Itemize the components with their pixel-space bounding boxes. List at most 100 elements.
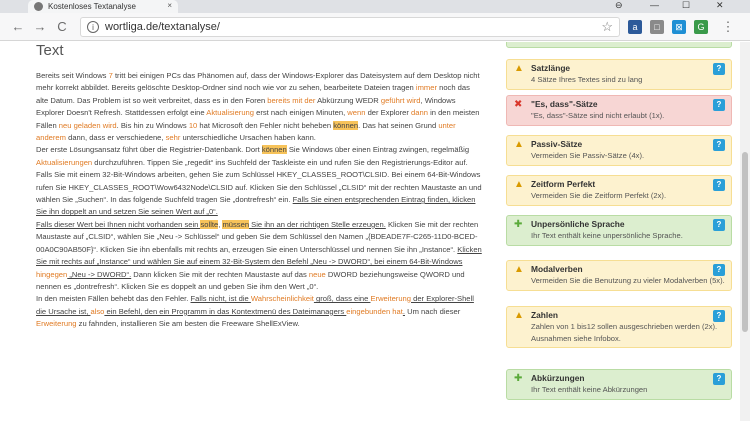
- url-text[interactable]: wortliga.de/textanalyse/: [105, 21, 220, 33]
- card-description: Vermeiden Sie Passiv-Sätze (4x).: [531, 151, 645, 160]
- analysis-card[interactable]: ✚ Abkürzungen Ihr Text enthält keine Abkür…: [506, 369, 732, 400]
- card-description: Vermeiden Sie die Benutzung zu vieler Mo…: [531, 276, 725, 285]
- warning-icon: ▲: [514, 264, 524, 275]
- highlighted-word: sollte: [200, 219, 219, 229]
- plus-icon: ✚: [514, 219, 523, 230]
- document-title: Text: [36, 42, 64, 59]
- help-icon[interactable]: ?: [713, 219, 725, 231]
- card-description: Ihr Text enthält keine unpersönliche Spr…: [531, 231, 683, 240]
- text-segment: Um nach dieser: [404, 306, 461, 316]
- scrollbar[interactable]: [740, 42, 750, 421]
- flagged-word: geführt wird: [380, 95, 421, 105]
- long-sentence: ein Befehl, den ein Programm in das Kont…: [104, 306, 347, 316]
- long-sentence: „Neu -> DWORD“.: [67, 269, 132, 279]
- flagged-word: eingebunden hat: [346, 306, 403, 316]
- text-segment: Abkürzung WEDR: [315, 95, 381, 105]
- text-paragraph: In den meisten Fällen behebt das den Feh…: [36, 293, 484, 330]
- forward-icon[interactable]: →: [32, 19, 48, 35]
- help-icon[interactable]: ?: [713, 264, 725, 276]
- text-segment: der Explorer: [365, 108, 412, 118]
- close-window-icon[interactable]: ✕: [716, 0, 724, 11]
- text-paragraph: Bereits seit Windows 7 tritt bei einigen…: [36, 70, 484, 144]
- extension-icon[interactable]: □: [650, 20, 664, 34]
- analysis-card[interactable]: ✖ "Es, dass"-Sätze "Es, dass"-Sätze sind n…: [506, 95, 732, 126]
- warning-icon: ▲: [514, 63, 524, 74]
- address-bar[interactable]: i wortliga.de/textanalyse/ ☆: [80, 17, 620, 37]
- flagged-word: neu: [58, 120, 72, 130]
- flagged-word: geladen wird: [71, 120, 117, 130]
- text-segment: Der erste Lösungsansatz führt über die R…: [36, 145, 262, 155]
- long-sentence: Sie ihn an der richtigen Stelle erzeugen…: [249, 219, 386, 229]
- analysis-card[interactable]: ▲ Passiv-Sätze Vermeiden Sie Passiv-Sätze …: [506, 135, 732, 166]
- reload-icon[interactable]: C: [54, 19, 70, 35]
- plus-icon: ✚: [514, 373, 523, 384]
- flagged-word: Aktualisierungen: [36, 157, 93, 167]
- analysis-card[interactable]: des Haupt-Keywords: [506, 42, 732, 48]
- minimize-icon[interactable]: —: [650, 0, 659, 10]
- analyzed-text[interactable]: Bereits seit Windows 7 tritt bei einigen…: [36, 70, 484, 331]
- site-info-icon[interactable]: i: [87, 21, 99, 33]
- help-icon[interactable]: ?: [713, 373, 725, 385]
- card-title: "Es, dass"-Sätze: [531, 99, 598, 109]
- extension-icon[interactable]: G: [694, 20, 708, 34]
- card-title: Zahlen: [531, 310, 558, 320]
- help-icon[interactable]: ?: [713, 99, 725, 111]
- card-description: 4 Sätze Ihres Textes sind zu lang: [531, 75, 643, 84]
- flagged-word: Aktualisierung: [206, 108, 254, 118]
- text-paragraph: Der erste Lösungsansatz führt über die R…: [36, 144, 484, 218]
- site-favicon-icon: [34, 2, 43, 11]
- extension-icon[interactable]: ⊠: [672, 20, 686, 34]
- page-content: Text Bereits seit Windows 7 tritt bei ei…: [0, 42, 750, 421]
- flagged-word: wenn: [347, 108, 366, 118]
- scrollbar-thumb[interactable]: [742, 152, 748, 332]
- text-segment: Bereits seit Windows: [36, 71, 109, 80]
- browser-tab[interactable]: Kostenloses Textanalyse ×: [28, 0, 178, 13]
- text-segment: unterschiedliche Ursachen haben kann.: [180, 133, 316, 143]
- text-segment: In den meisten Fällen behebt das den Feh…: [36, 294, 191, 304]
- highlighted-word: können: [333, 120, 359, 130]
- profile-icon[interactable]: ⊖: [615, 0, 623, 11]
- help-icon[interactable]: ?: [713, 179, 725, 191]
- card-description: Vermeiden Sie die Zeitform Perfekt (2x).: [531, 191, 667, 200]
- warning-icon: ▲: [514, 310, 524, 321]
- warning-icon: ▲: [514, 179, 524, 190]
- flagged-word: immer: [415, 83, 437, 93]
- card-title: Passiv-Sätze: [531, 139, 583, 149]
- text-segment: zu fahnden, installieren Sie am besten d…: [76, 319, 300, 329]
- extension-icon[interactable]: a: [628, 20, 642, 34]
- long-sentence: groß, dass eine: [313, 294, 371, 304]
- bookmark-star-icon[interactable]: ☆: [601, 19, 613, 35]
- analysis-card[interactable]: ▲ Zeitform Perfekt Vermeiden Sie die Zeitf…: [506, 175, 732, 206]
- tab-close-icon[interactable]: ×: [167, 1, 172, 10]
- card-title: Zeitform Perfekt: [531, 179, 596, 189]
- maximize-icon[interactable]: ☐: [682, 0, 690, 11]
- flagged-word: Erweiterung: [36, 319, 77, 329]
- text-segment: erst nach einigen Minuten,: [254, 108, 348, 118]
- browser-menu-icon[interactable]: ⋮: [720, 19, 736, 35]
- text-paragraph: Falls dieser Wert bei Ihnen nicht vorhan…: [36, 219, 484, 293]
- back-icon[interactable]: ←: [10, 19, 26, 35]
- highlighted-word: müssen: [222, 219, 250, 229]
- help-icon[interactable]: ?: [713, 63, 725, 75]
- card-description: "Es, dass"-Sätze sind nicht erlaubt (1x)…: [531, 111, 665, 120]
- analysis-card[interactable]: ▲ Modalverben Vermeiden Sie die Benutzung …: [506, 260, 732, 291]
- flagged-word: 10: [188, 120, 198, 130]
- warning-icon: ▲: [514, 139, 524, 150]
- analysis-card[interactable]: ▲ Satzlänge 4 Sätze Ihres Textes sind zu l…: [506, 59, 732, 90]
- card-title: Abkürzungen: [531, 373, 585, 383]
- long-sentence: Falls dieser Wert bei Ihnen nicht vorhan…: [36, 219, 201, 229]
- card-description: des Haupt-Keywords: [531, 42, 725, 44]
- flagged-word: dann: [411, 108, 428, 118]
- flagged-word: hingegen: [36, 269, 68, 279]
- highlighted-word: können: [261, 145, 287, 155]
- card-title: Unpersönliche Sprache: [531, 219, 625, 229]
- help-icon[interactable]: ?: [713, 139, 725, 151]
- flagged-word: Wahrscheinlichkeit: [250, 294, 314, 304]
- analysis-card[interactable]: ▲ Zahlen Zahlen von 1 bis12 sollen ausgesc…: [506, 306, 732, 348]
- flagged-word: bereits mit der: [267, 95, 316, 105]
- browser-titlebar: Kostenloses Textanalyse × ⊖ — ☐ ✕: [0, 0, 750, 13]
- analysis-card[interactable]: ✚ Unpersönliche Sprache Ihr Text enthält k…: [506, 215, 732, 246]
- error-icon: ✖: [514, 99, 523, 110]
- text-segment: dann, dass er verschiedene,: [65, 133, 166, 143]
- help-icon[interactable]: ?: [713, 310, 725, 322]
